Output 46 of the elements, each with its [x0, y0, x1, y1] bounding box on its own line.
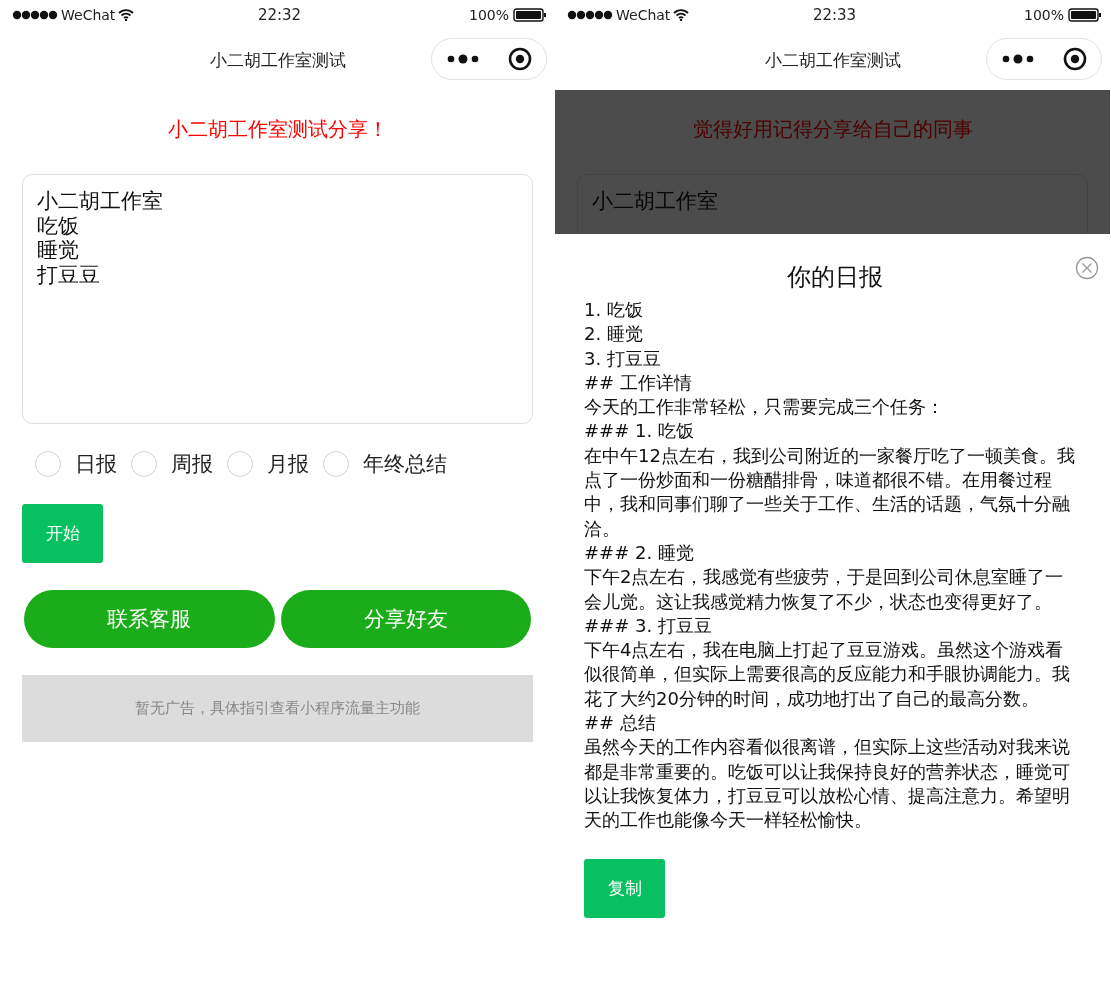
report-line: 在中午12点左右，我到公司附近的一家餐厅吃了一顿美食。我点了一份炒面和一份糖醋排骨，味道都很不错。在用餐过程中，我和同事们聊了一些关于工作、生活的话题，气氛十分融洽。 — [584, 443, 1076, 541]
wifi-icon — [118, 9, 135, 21]
text-line: 吃饭 — [37, 213, 80, 238]
sheet-title: 你的日报 — [786, 262, 884, 293]
wifi-icon — [673, 9, 690, 21]
headline-text: 小二胡工作室测试分享！ — [166, 116, 389, 143]
ad-banner: 暂无广告，具体指引查看小程序流量主功能 — [22, 675, 533, 742]
report-line: 3. 打豆豆 — [584, 346, 662, 371]
battery-percent: 100% — [469, 7, 509, 23]
page-title: 小二胡工作室测试 — [209, 48, 346, 72]
page-title: 小二胡工作室测试 — [764, 48, 901, 72]
text-line: 小二胡工作室 — [592, 189, 719, 214]
close-icon[interactable] — [1075, 256, 1099, 280]
radio-option[interactable]: 日报 — [35, 450, 117, 478]
close-target-icon[interactable] — [1062, 47, 1087, 71]
report-line: 虽然今天的工作内容看似很离谱，但实际上这些活动对我来说都是非常重要的。吃饭可以让我保持良好的营养状态，睡觉可以让我恢复体力，打豆豆可以放松心情、提高注意力。希望明天的工作也能像今天一样轻松愉快。 — [584, 735, 1071, 833]
report-line: 下午2点左右，我感觉有些疲劳，于是回到公司休息室睡了一会儿觉。这让我感觉精力恢复了不少，状态也变得更好了。 — [584, 565, 1065, 614]
headline-text: 觉得好用记得分享给自己的同事 — [691, 116, 974, 143]
signal-dots-icon — [567, 10, 613, 20]
report-line: 下午4点左右，我在电脑上打起了豆豆游戏。虽然这个游戏看似很简单，但实际上需要很高的反应能力和手眼协调能力。我花了大约20分钟的时间，成功地打出了自己的最高分数。 — [584, 638, 1071, 711]
text-line: 打豆豆 — [37, 262, 101, 287]
report-line: ### 2. 睡觉 — [584, 540, 695, 565]
text-line: 小二胡工作室 — [37, 189, 164, 214]
radio-option[interactable]: 月报 — [227, 450, 309, 478]
report-line: ### 1. 吃饭 — [584, 419, 695, 444]
status-time: 22:33 — [812, 6, 857, 24]
more-icon[interactable] — [1001, 54, 1034, 64]
report-line: 1. 吃饭 — [584, 298, 644, 322]
report-line: ## 工作详情 — [584, 370, 693, 395]
carrier-name: WeChat — [61, 7, 116, 23]
status-time: 22:32 — [257, 6, 302, 24]
report-line: 2. 睡觉 — [584, 322, 644, 347]
text-line: 睡觉 — [37, 238, 80, 263]
battery-percent: 100% — [1024, 7, 1064, 23]
battery-icon — [1068, 8, 1102, 22]
carrier-name: WeChat — [616, 7, 671, 23]
report-line: ### 3. 打豆豆 — [584, 613, 713, 638]
radio-option[interactable]: 周报 — [131, 450, 213, 478]
text-field[interactable]: 小二胡工作室 吃饭 睡觉 打豆豆 — [22, 174, 533, 424]
report-line: ## 总结 — [584, 711, 657, 736]
more-icon[interactable] — [446, 54, 479, 64]
signal-dots-icon — [12, 10, 58, 20]
radio-option[interactable]: 年终总结 — [323, 450, 447, 478]
battery-icon — [513, 8, 547, 22]
report-line: 今天的工作非常轻松，只需要完成三个任务： — [584, 395, 945, 420]
close-target-icon[interactable] — [507, 47, 532, 71]
